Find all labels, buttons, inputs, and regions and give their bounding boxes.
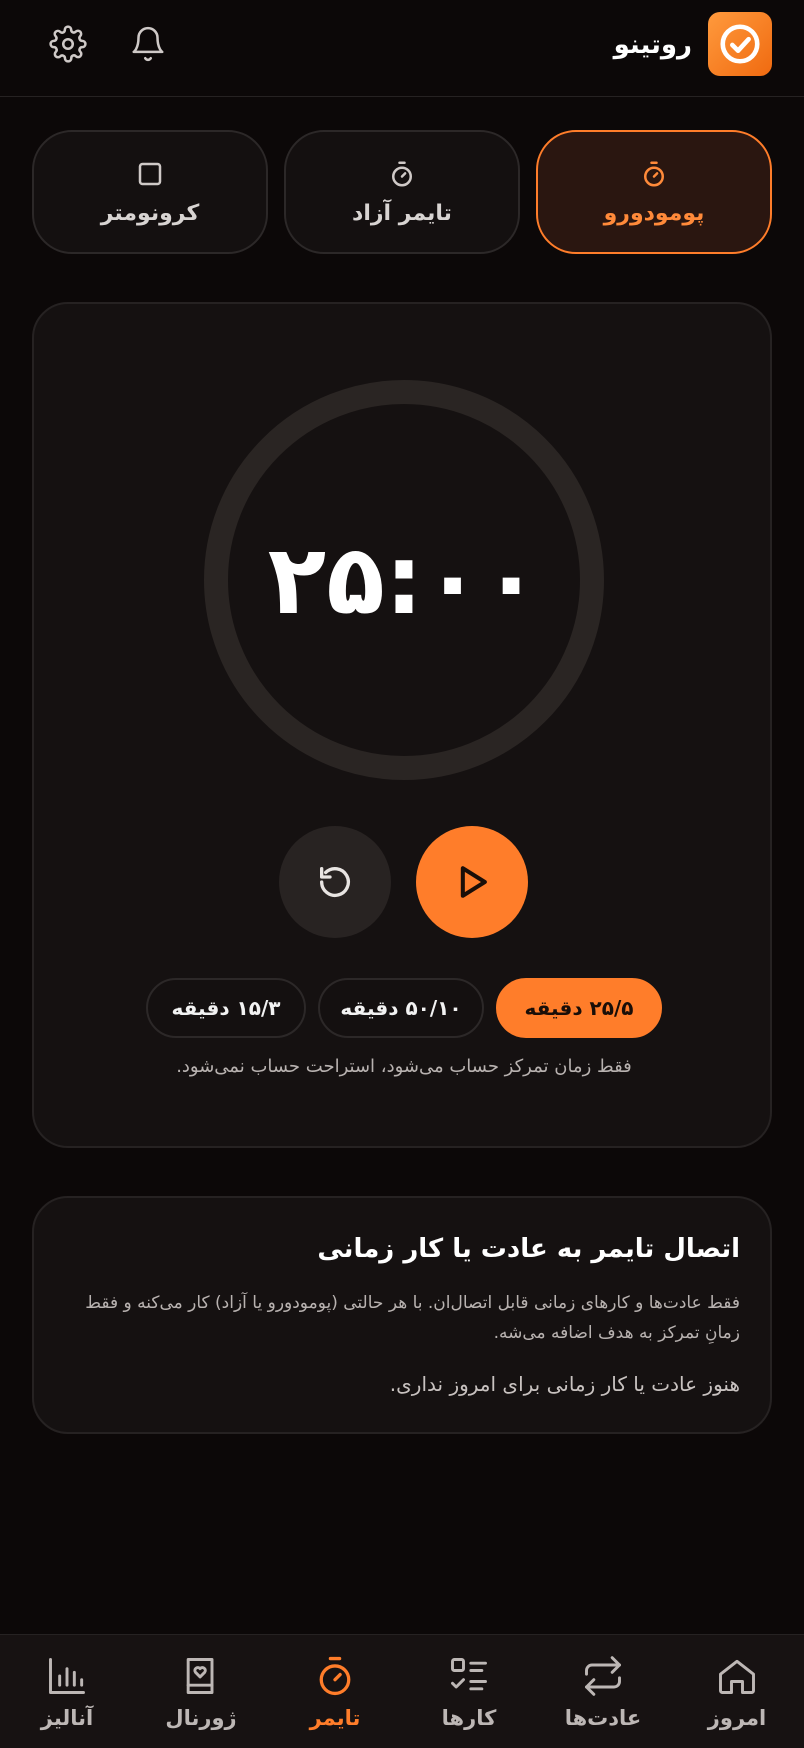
preset-15-3[interactable]: ۱۵/۳ دقیقه xyxy=(146,978,306,1038)
timer-card: ۲۵:۰۰ ۲۵/۵ دقیقه ۵۰/۱۰ دقیقه ۱۵/۳ دقیقه … xyxy=(32,302,772,1148)
nav-item-journal[interactable]: ژورنال xyxy=(134,1635,268,1748)
bell-icon[interactable] xyxy=(128,24,168,64)
nav-item-tasks[interactable]: کارها xyxy=(402,1635,536,1748)
nav-item-label: تایمر xyxy=(309,1706,361,1730)
nav-item-today[interactable]: امروز xyxy=(670,1635,804,1748)
gear-icon[interactable] xyxy=(48,24,88,64)
nav-item-habits[interactable]: عادت‌ها xyxy=(536,1635,670,1748)
check-circle-icon xyxy=(720,24,760,64)
link-card-description: فقط عادت‌ها و کارهای زمانی قابل اتصال‌ان… xyxy=(85,1293,740,1343)
bottom-nav: امروز عادت‌ها کارها تایمر ژورنال آنالیز xyxy=(0,1634,804,1748)
repeat-icon xyxy=(585,1656,621,1696)
link-card-empty-state: هنوز عادت یا کار زمانی برای امروز نداری. xyxy=(389,1372,740,1396)
stopwatch-icon xyxy=(319,1656,351,1696)
preset-50-10[interactable]: ۵۰/۱۰ دقیقه xyxy=(318,978,484,1038)
link-timer-card: اتصال تایمر به عادت یا کار زمانی فقط عاد… xyxy=(32,1196,772,1434)
square-icon xyxy=(138,162,162,185)
tab-pomodoro[interactable]: پومودورو xyxy=(536,130,772,254)
tab-chronometer-label: کرونومتر xyxy=(100,200,200,226)
nav-item-label: ژورنال xyxy=(165,1706,237,1730)
preset-25-5[interactable]: ۲۵/۵ دقیقه xyxy=(496,978,662,1038)
tab-free-timer[interactable]: تایمر آزاد xyxy=(284,130,520,254)
tab-free-timer-label: تایمر آزاد xyxy=(352,200,452,226)
nav-item-label: امروز xyxy=(707,1706,767,1730)
checklist-icon xyxy=(451,1658,487,1691)
app-logo xyxy=(708,12,772,76)
app-title: روتینو xyxy=(613,30,692,60)
timer-display: ۲۵:۰۰ xyxy=(267,524,541,636)
nav-item-label: آنالیز xyxy=(40,1706,94,1730)
nav-item-analytics[interactable]: آنالیز xyxy=(0,1635,134,1748)
stopwatch-icon xyxy=(644,161,664,186)
app-header: روتینو xyxy=(0,0,804,97)
tab-pomodoro-label: پومودورو xyxy=(603,200,705,226)
play-button[interactable] xyxy=(416,826,528,938)
tab-chronometer[interactable]: کرونومتر xyxy=(32,130,268,254)
timer-note: فقط زمان تمرکز حساب می‌شود، استراحت حساب… xyxy=(176,1056,632,1077)
home-icon xyxy=(719,1659,755,1694)
nav-item-label: عادت‌ها xyxy=(564,1706,642,1730)
play-icon xyxy=(460,866,487,898)
nav-item-timer[interactable]: تایمر xyxy=(268,1635,402,1748)
bar-chart-icon xyxy=(49,1658,85,1694)
nav-item-label: کارها xyxy=(441,1706,497,1730)
reset-icon xyxy=(320,867,350,898)
link-card-title: اتصال تایمر به عادت یا کار زمانی xyxy=(317,1234,740,1264)
stopwatch-icon xyxy=(392,161,412,186)
reset-button[interactable] xyxy=(279,826,391,938)
journal-icon xyxy=(186,1658,214,1694)
